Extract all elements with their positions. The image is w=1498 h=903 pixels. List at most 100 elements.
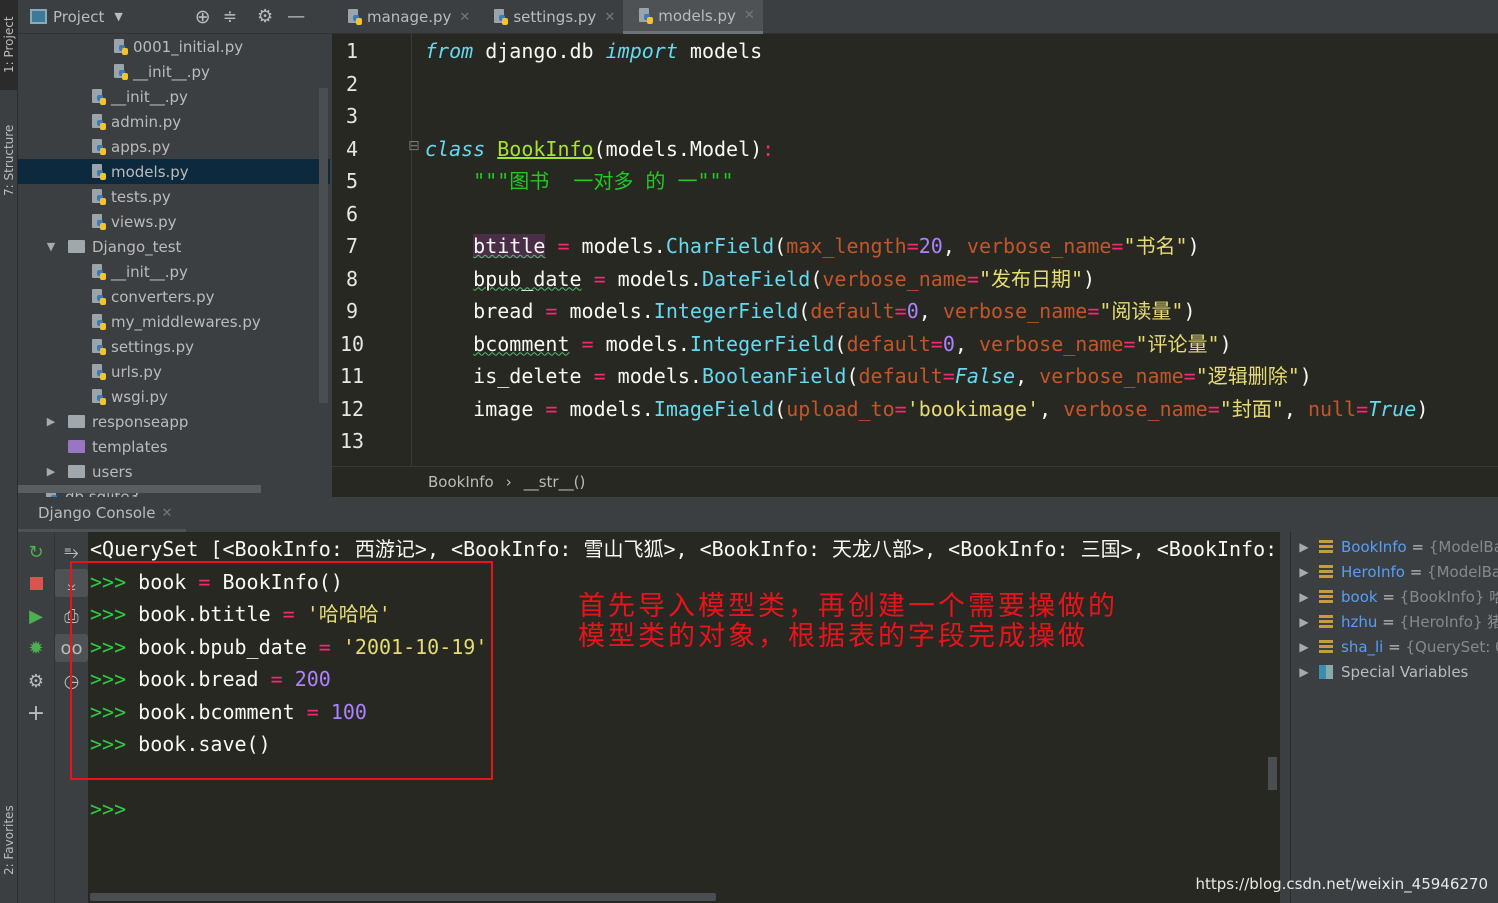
breadcrumb-item[interactable]: BookInfo	[428, 473, 494, 491]
debug-bug-icon[interactable]: ✹	[18, 634, 54, 662]
variable-value: {ModelBase}	[1427, 562, 1498, 581]
code-token: ,	[1283, 396, 1308, 421]
tool-tab-project[interactable]: 1: Project	[0, 0, 18, 90]
tree-item-label: responseapp	[92, 412, 189, 431]
tree-item[interactable]: admin.py	[18, 109, 330, 134]
expand-arrow-icon[interactable]: ▶	[1291, 615, 1317, 629]
console-scrollbar[interactable]	[1268, 757, 1277, 790]
locate-icon[interactable]: ⊕	[195, 6, 211, 28]
python-file-icon	[90, 88, 108, 106]
tool-tab-structure[interactable]: 7: Structure	[0, 110, 18, 210]
minimize-icon[interactable]: —	[287, 6, 305, 27]
tree-item[interactable]: __init__.py	[18, 259, 330, 284]
tab-models-py[interactable]: models.py ✕	[623, 0, 763, 34]
chevron-down-icon[interactable]: ▼	[114, 10, 122, 23]
settings-icon[interactable]: ⚙	[18, 667, 54, 695]
expand-arrow-icon[interactable]: ▶	[1291, 565, 1317, 579]
close-tab-icon[interactable]: ✕	[604, 10, 615, 25]
expand-arrow-icon[interactable]: ▶	[1291, 640, 1317, 654]
tree-item-label: Django_test	[92, 237, 182, 256]
tree-item[interactable]: converters.py	[18, 284, 330, 309]
gear-icon[interactable]: ⚙	[257, 6, 273, 27]
python-file-icon	[90, 163, 108, 181]
chevron-right-icon[interactable]: ▶	[44, 465, 58, 478]
prompt: >>>	[90, 797, 127, 821]
tree-item[interactable]: models.py	[18, 159, 330, 184]
tree-item[interactable]: settings.py	[18, 334, 330, 359]
stop-icon[interactable]	[18, 569, 54, 597]
code-token: models.	[593, 331, 690, 356]
code-token: (	[774, 396, 787, 421]
close-icon[interactable]: ✕	[161, 506, 172, 521]
code-token: "书名"	[1123, 234, 1188, 258]
console-hscrollbar[interactable]	[90, 893, 716, 901]
variable-item[interactable]: ▶ hzhu = {HeroInfo} 猪悟能	[1291, 609, 1498, 634]
project-tree-hscrollbar[interactable]	[18, 485, 261, 493]
code-token: bread	[425, 299, 546, 323]
tree-item[interactable]: templates	[18, 434, 330, 459]
add-icon[interactable]: +	[18, 699, 54, 727]
tree-item[interactable]: wsgi.py	[18, 384, 330, 409]
chevron-down-icon[interactable]: ▼	[44, 240, 58, 253]
code-token: "发布日期"	[978, 266, 1084, 291]
line-number: 13	[339, 429, 365, 453]
code-token: (	[834, 331, 847, 356]
variable-item[interactable]: ▶ HeroInfo = {ModelBase}	[1291, 559, 1498, 584]
code-token: default	[858, 364, 943, 388]
project-view-selector[interactable]: Project	[53, 8, 104, 26]
project-tree-scrollbar[interactable]	[319, 88, 328, 403]
code-token: =	[1183, 364, 1196, 388]
expand-arrow-icon[interactable]: ▶	[1291, 590, 1317, 604]
code-token: )	[1416, 396, 1429, 421]
run-icon[interactable]: ▶	[18, 602, 54, 630]
fold-icon[interactable]: ⊟	[408, 138, 420, 154]
tree-item[interactable]: urls.py	[18, 359, 330, 384]
variable-item[interactable]: ▶ Special Variables	[1291, 659, 1468, 684]
expand-arrow-icon[interactable]: ▶	[1291, 665, 1317, 679]
python-file-icon	[346, 8, 364, 26]
variable-item[interactable]: ▶ BookInfo = {ModelBase}	[1291, 534, 1498, 559]
tree-item[interactable]: __init__.py	[18, 84, 330, 109]
tree-item[interactable]: my_middlewares.py	[18, 309, 330, 334]
code-token: "评论量"	[1135, 331, 1220, 356]
expand-arrow-icon[interactable]: ▶	[1291, 540, 1317, 554]
code-token: BookInfo	[497, 136, 594, 161]
tree-item[interactable]: ▶ users	[18, 459, 330, 484]
code-token: =	[593, 364, 606, 388]
code-editor[interactable]: 1 2 3 4 5 6 7 8 9 10 11 12 13 from django.db import …	[332, 34, 1498, 466]
python-file-icon	[90, 313, 108, 331]
console-line: >>>	[90, 793, 126, 825]
tree-item[interactable]: views.py	[18, 209, 330, 234]
left-tool-strip: 1: Project 7: Structure 2: Favorites	[0, 0, 18, 903]
tree-item[interactable]: apps.py	[18, 134, 330, 159]
tree-item[interactable]: ▶ responseapp	[18, 409, 330, 434]
variable-item[interactable]: ▶ sha_li = {QuerySet: 0}	[1291, 634, 1498, 659]
code-token: ,	[942, 234, 967, 258]
tab-manage-py[interactable]: manage.py ✕	[332, 0, 478, 34]
variable-value: {BookInfo} 哈哈哈	[1399, 588, 1498, 606]
collapse-all-icon[interactable]: ≑	[223, 7, 237, 27]
code-token: ,	[1015, 364, 1040, 388]
tree-item-label: __init__.py	[111, 87, 188, 106]
chevron-right-icon[interactable]: ▶	[44, 415, 58, 428]
tree-item[interactable]: tests.py	[18, 184, 330, 209]
equals-sign: =	[1377, 612, 1400, 631]
tab-django-console[interactable]: Django Console ✕	[18, 497, 187, 532]
tree-item[interactable]: ▼ Django_test	[18, 234, 330, 259]
close-tab-icon[interactable]: ✕	[459, 10, 470, 25]
rerun-icon[interactable]: ↻	[18, 538, 54, 566]
breadcrumb-item[interactable]: __str__()	[524, 473, 586, 491]
tab-settings-py[interactable]: settings.py ✕	[478, 0, 623, 34]
code-token: :	[762, 136, 775, 161]
code-line: bcomment = models.IntegerField(default=0…	[425, 328, 1231, 360]
variable-item[interactable]: ▶ book = {BookInfo} 哈哈哈	[1291, 584, 1498, 609]
code-token: =	[942, 364, 955, 388]
tree-item[interactable]: 0001_initial.py	[18, 34, 330, 59]
close-tab-icon[interactable]: ✕	[744, 8, 755, 23]
code-token: verbose_name	[942, 299, 1088, 323]
tree-item[interactable]: __init__.py	[18, 59, 330, 84]
tool-tab-favorites[interactable]: 2: Favorites	[0, 790, 18, 890]
python-file-icon	[90, 188, 108, 206]
